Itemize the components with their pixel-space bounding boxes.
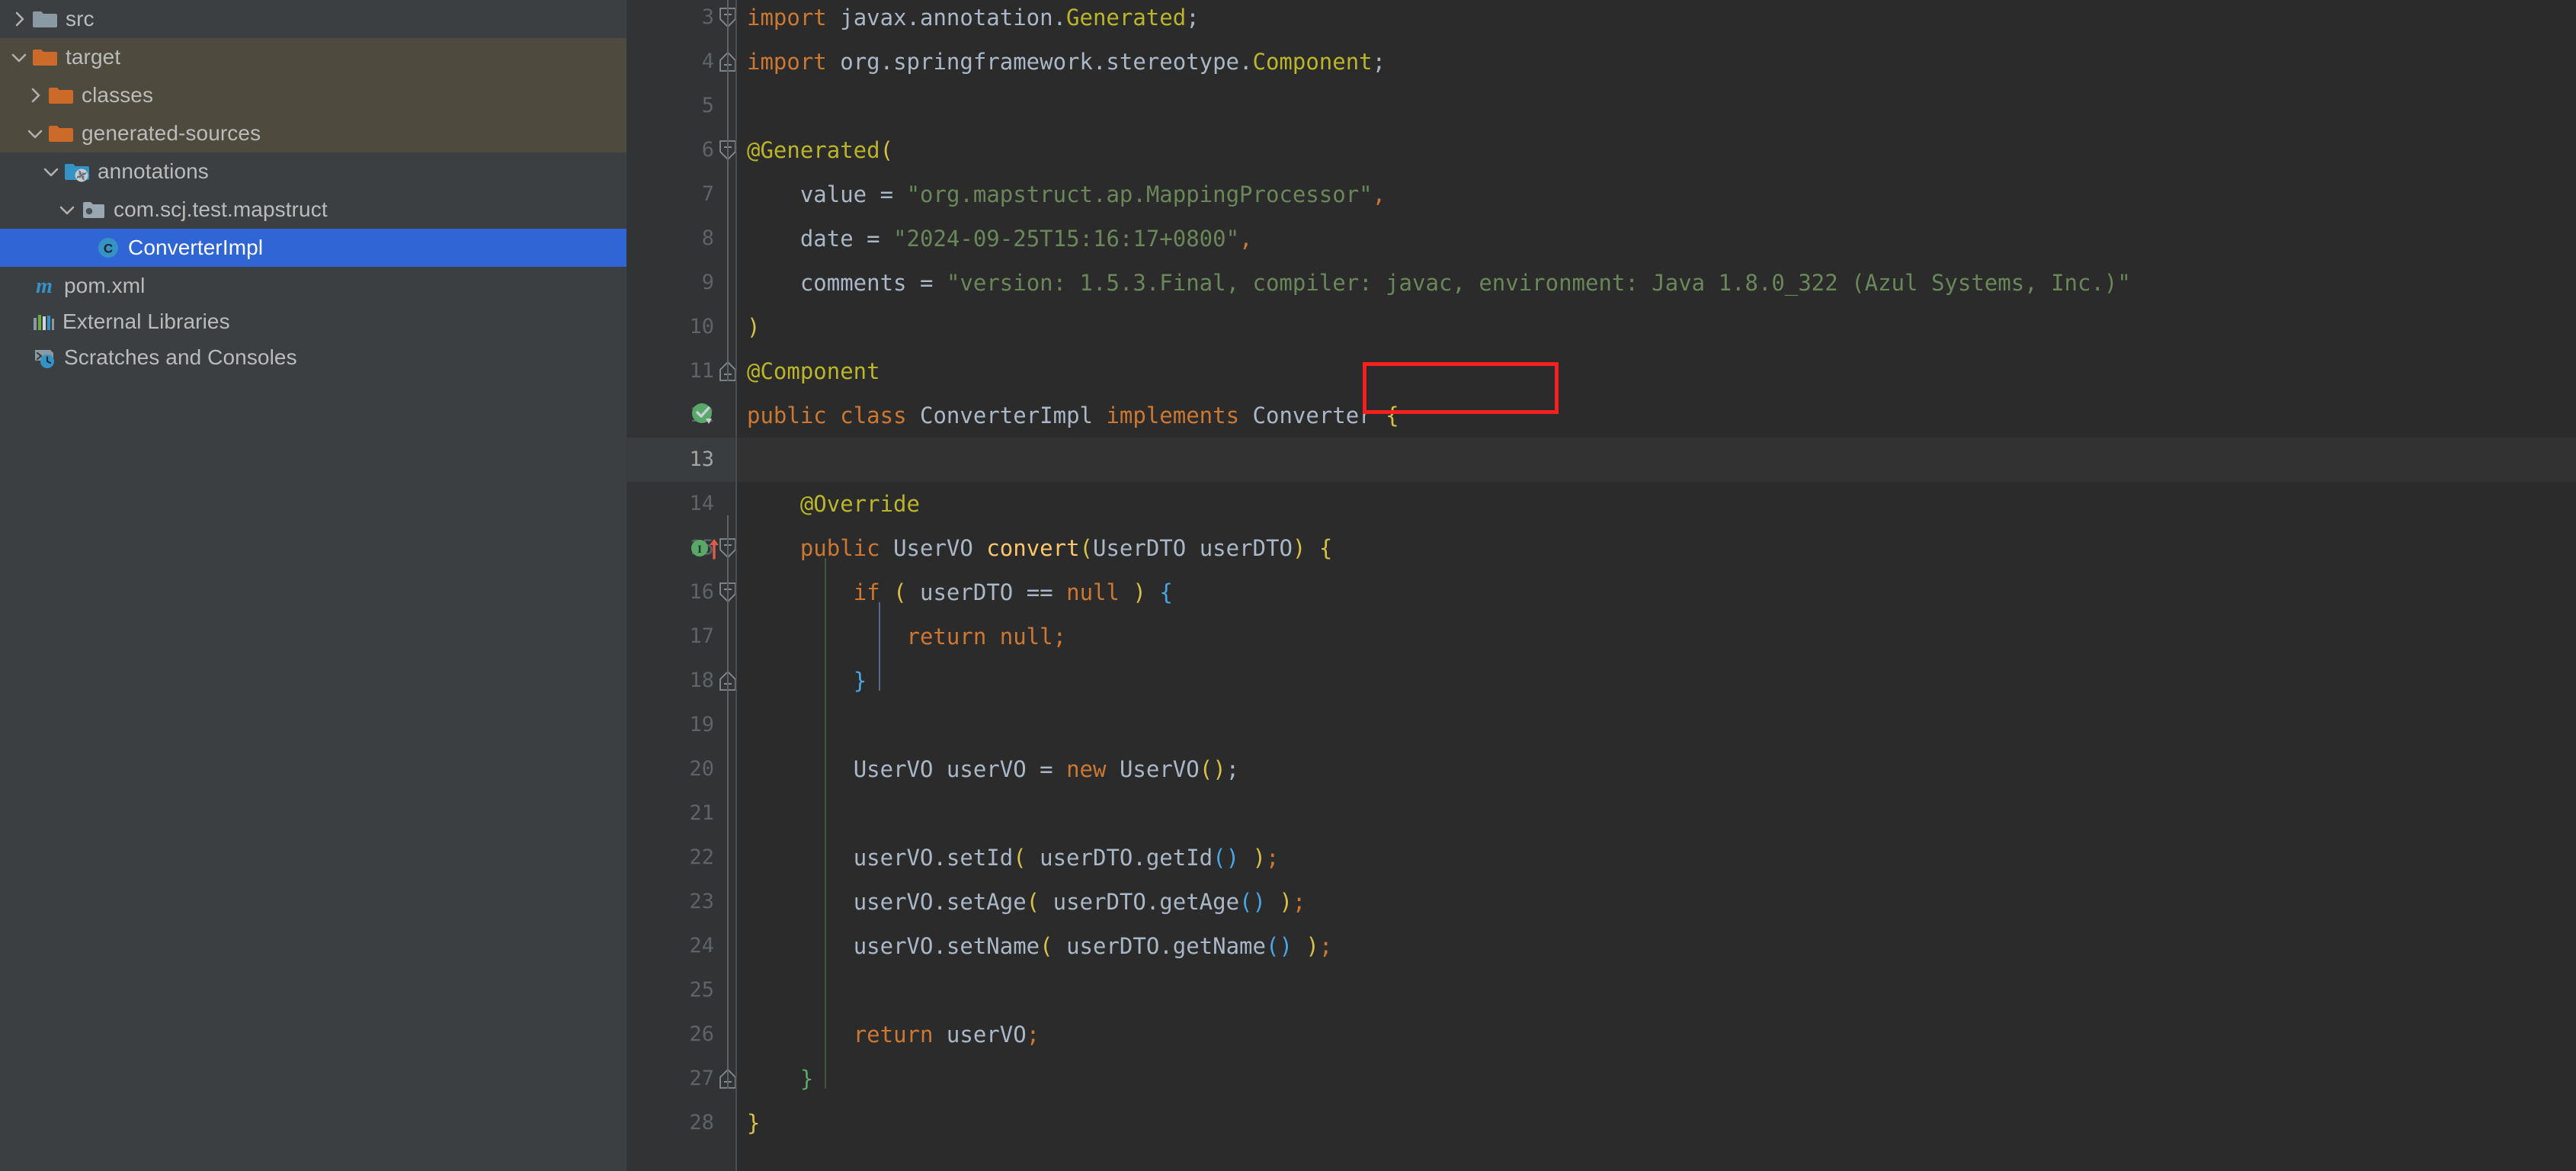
chevron-down-icon[interactable] (38, 152, 64, 191)
java-class-icon: C (96, 236, 120, 260)
ide-window: srctargetclassesgenerated-sourcesannotat… (0, 0, 2576, 1171)
code-line[interactable]: } (747, 1101, 760, 1145)
code-line[interactable]: userVO.setName( userDTO.getName() ); (747, 924, 1332, 968)
svg-text:C: C (104, 242, 113, 256)
line-number: 19 (626, 703, 735, 747)
code-line[interactable]: if ( userDTO == null ) { (747, 570, 1173, 614)
code-line[interactable]: ) (747, 305, 760, 349)
sidebar-item-annotations[interactable]: annotations (0, 152, 626, 191)
line-number: 22 (626, 836, 735, 880)
code-line[interactable]: import org.springframework.stereotype.Co… (747, 40, 1386, 84)
code-editor[interactable]: 3456789101112131415161718192021222324252… (626, 0, 2576, 1171)
folder-icon (48, 85, 74, 106)
code-line[interactable]: comments = "version: 1.5.3.Final, compil… (747, 261, 2131, 305)
project-tree-panel[interactable]: srctargetclassesgenerated-sourcesannotat… (0, 0, 626, 1171)
sidebar-item-label: pom.xml (64, 267, 146, 305)
twisty-placeholder (6, 338, 32, 377)
code-folding-region-line (727, 0, 729, 381)
chevron-right-icon[interactable] (22, 76, 48, 114)
sidebar-item-external-libraries[interactable]: External Libraries (0, 303, 626, 341)
code-folding-region-line (727, 515, 729, 1089)
scratches-icon (32, 345, 56, 370)
line-number: 26 (626, 1012, 735, 1057)
line-number: 25 (626, 968, 735, 1012)
code-line[interactable]: @Override (747, 482, 920, 526)
code-line[interactable]: } (747, 659, 867, 703)
chevron-right-icon[interactable] (6, 0, 32, 38)
sidebar-item-label: com.scj.test.mapstruct (114, 191, 328, 229)
code-line[interactable]: date = "2024-09-25T15:16:17+0800", (747, 217, 1253, 261)
line-number: 5 (626, 84, 735, 128)
sidebar-item-pom-xml[interactable]: m pom.xml (0, 267, 626, 305)
svg-text:I: I (697, 544, 702, 556)
code-line[interactable]: } (747, 1057, 813, 1101)
editor-code-area[interactable]: import javax.annotation.Generated;import… (737, 0, 2576, 1171)
indent-guide (825, 558, 826, 1089)
twisty-placeholder (6, 303, 32, 341)
code-line[interactable]: import javax.annotation.Generated; (747, 0, 1200, 40)
line-number: 20 (626, 747, 735, 791)
chevron-down-icon[interactable] (22, 114, 48, 152)
code-line[interactable]: UserVO userVO = new UserVO(); (747, 747, 1239, 791)
code-line[interactable]: public UserVO convert(UserDTO userDTO) { (747, 526, 1332, 570)
line-number: 8 (626, 217, 735, 261)
package-folder-icon (80, 199, 106, 220)
twisty-placeholder (6, 267, 32, 305)
maven-pom-icon: m (32, 274, 56, 298)
folder-icon (32, 47, 58, 68)
sidebar-item-label: annotations (98, 152, 209, 191)
line-number: 13 (626, 438, 735, 482)
current-line-highlight (737, 438, 2576, 482)
twisty-placeholder (70, 229, 96, 267)
code-line[interactable]: userVO.setId( userDTO.getId() ); (747, 836, 1279, 880)
line-number: 17 (626, 614, 735, 659)
line-number: 12 (626, 393, 735, 438)
editor-gutter[interactable]: 3456789101112131415161718192021222324252… (626, 0, 735, 1171)
implementing-method-icon[interactable]: I (690, 535, 724, 565)
line-number: 28 (626, 1101, 735, 1145)
sidebar-item-label: src (66, 0, 95, 38)
line-number: 24 (626, 924, 735, 968)
sidebar-item-generated-sources[interactable]: generated-sources (0, 114, 626, 152)
code-line[interactable]: return userVO; (747, 1012, 1040, 1057)
code-line[interactable]: value = "org.mapstruct.ap.MappingProcess… (747, 172, 1386, 217)
code-line[interactable]: userVO.setAge( userDTO.getAge() ); (747, 880, 1306, 924)
code-line[interactable]: @Component (747, 349, 880, 393)
implemented-by-icon[interactable] (690, 402, 716, 432)
sidebar-item-label: Scratches and Consoles (64, 338, 297, 377)
sidebar-item-label: classes (82, 76, 153, 114)
line-number: 9 (626, 261, 735, 305)
sidebar-item-com-scj-test-mapstruct[interactable]: com.scj.test.mapstruct (0, 191, 626, 229)
sidebar-item-converterimpl[interactable]: C ConverterImpl (0, 229, 626, 267)
line-number: 14 (626, 482, 735, 526)
line-number: 7 (626, 172, 735, 217)
sidebar-item-target[interactable]: target (0, 38, 626, 76)
line-number: 23 (626, 880, 735, 924)
sidebar-item-label: ConverterImpl (128, 229, 263, 267)
sidebar-item-classes[interactable]: classes (0, 76, 626, 114)
line-number: 10 (626, 305, 735, 349)
code-line[interactable]: return null; (747, 614, 1066, 659)
line-number: 21 (626, 791, 735, 836)
chevron-down-icon[interactable] (6, 38, 32, 76)
folder-icon (32, 8, 58, 30)
external-libraries-icon (32, 310, 55, 333)
code-line[interactable]: @Generated( (747, 128, 893, 172)
sidebar-item-label: External Libraries (62, 303, 230, 341)
sidebar-item-label: target (66, 38, 120, 76)
indent-guide (879, 602, 880, 691)
svg-text:m: m (36, 274, 53, 298)
sidebar-item-src[interactable]: src (0, 0, 626, 38)
sidebar-item-scratches-and-consoles[interactable]: Scratches and Consoles (0, 338, 626, 377)
chevron-down-icon[interactable] (54, 191, 80, 229)
code-line[interactable]: public class ConverterImpl implements Co… (747, 393, 1399, 438)
sidebar-item-label: generated-sources (82, 114, 261, 152)
generated-sources-root-icon (64, 161, 90, 182)
folder-icon (48, 123, 74, 144)
